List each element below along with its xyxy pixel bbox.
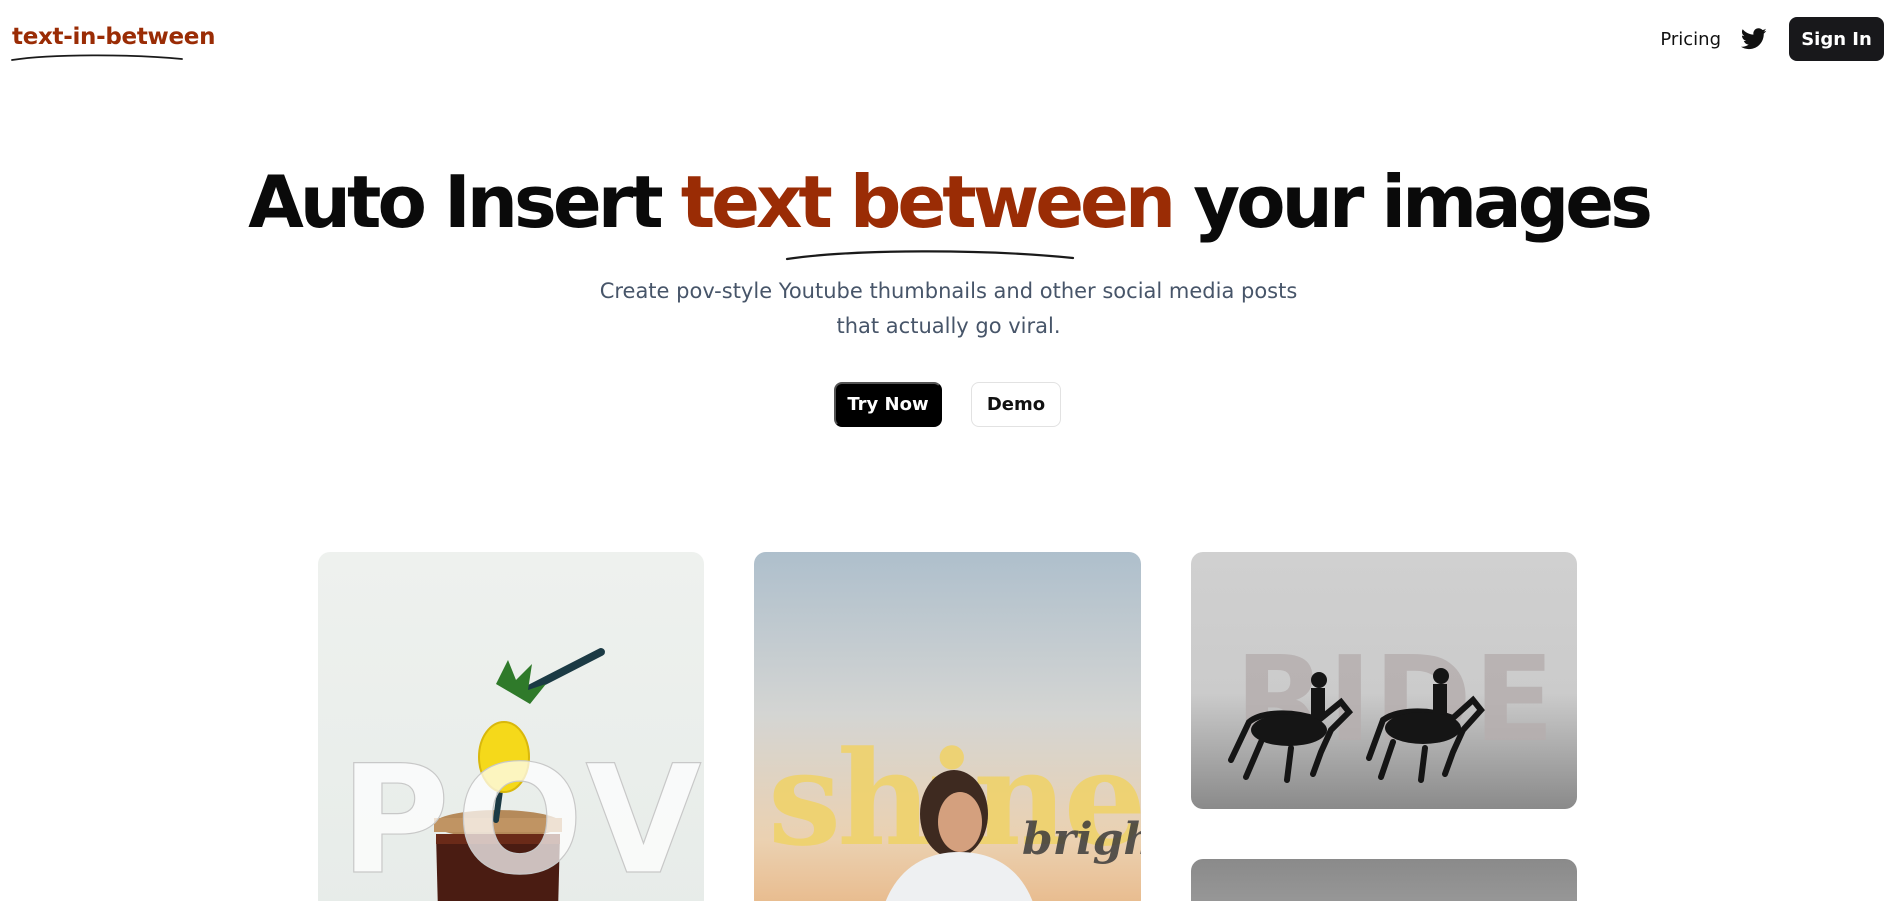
headline-prefix: Auto Insert [248, 160, 681, 244]
gallery-card-4 [1191, 859, 1577, 901]
ride-image: RIDE [1228, 630, 1556, 783]
bright-overlay-text: bright [1022, 814, 1141, 865]
pov-image: POV [339, 648, 704, 901]
gallery-card-ride: RIDE [1191, 552, 1577, 809]
logo-link[interactable]: text-in-between [12, 24, 215, 50]
twitter-icon[interactable] [1741, 28, 1767, 50]
gallery-card-pov: POV [318, 552, 704, 901]
site-header: text-in-between Pricing Sign In [0, 0, 1897, 80]
ride-overlay-text: RIDE [1235, 630, 1556, 768]
logo-underline [11, 54, 183, 61]
page-title: Auto Insert text between your images [0, 160, 1897, 244]
hero-subtitle: Create pov-style Youtube thumbnails and … [599, 279, 1298, 338]
pov-overlay-text: POV [340, 734, 704, 901]
top-nav: Pricing Sign In [1660, 17, 1884, 61]
sign-in-button[interactable]: Sign In [1789, 17, 1884, 61]
headline-suffix: your images [1172, 160, 1653, 244]
nav-pricing-link[interactable]: Pricing [1660, 29, 1721, 50]
gallery-card-shine: shine bright [754, 552, 1141, 901]
try-now-button[interactable]: Try Now [834, 382, 942, 427]
demo-button[interactable]: Demo [971, 382, 1061, 427]
headline-accent: text between [680, 160, 1176, 244]
headline-underline [785, 250, 1075, 261]
shine-image: shine bright [768, 722, 1141, 901]
